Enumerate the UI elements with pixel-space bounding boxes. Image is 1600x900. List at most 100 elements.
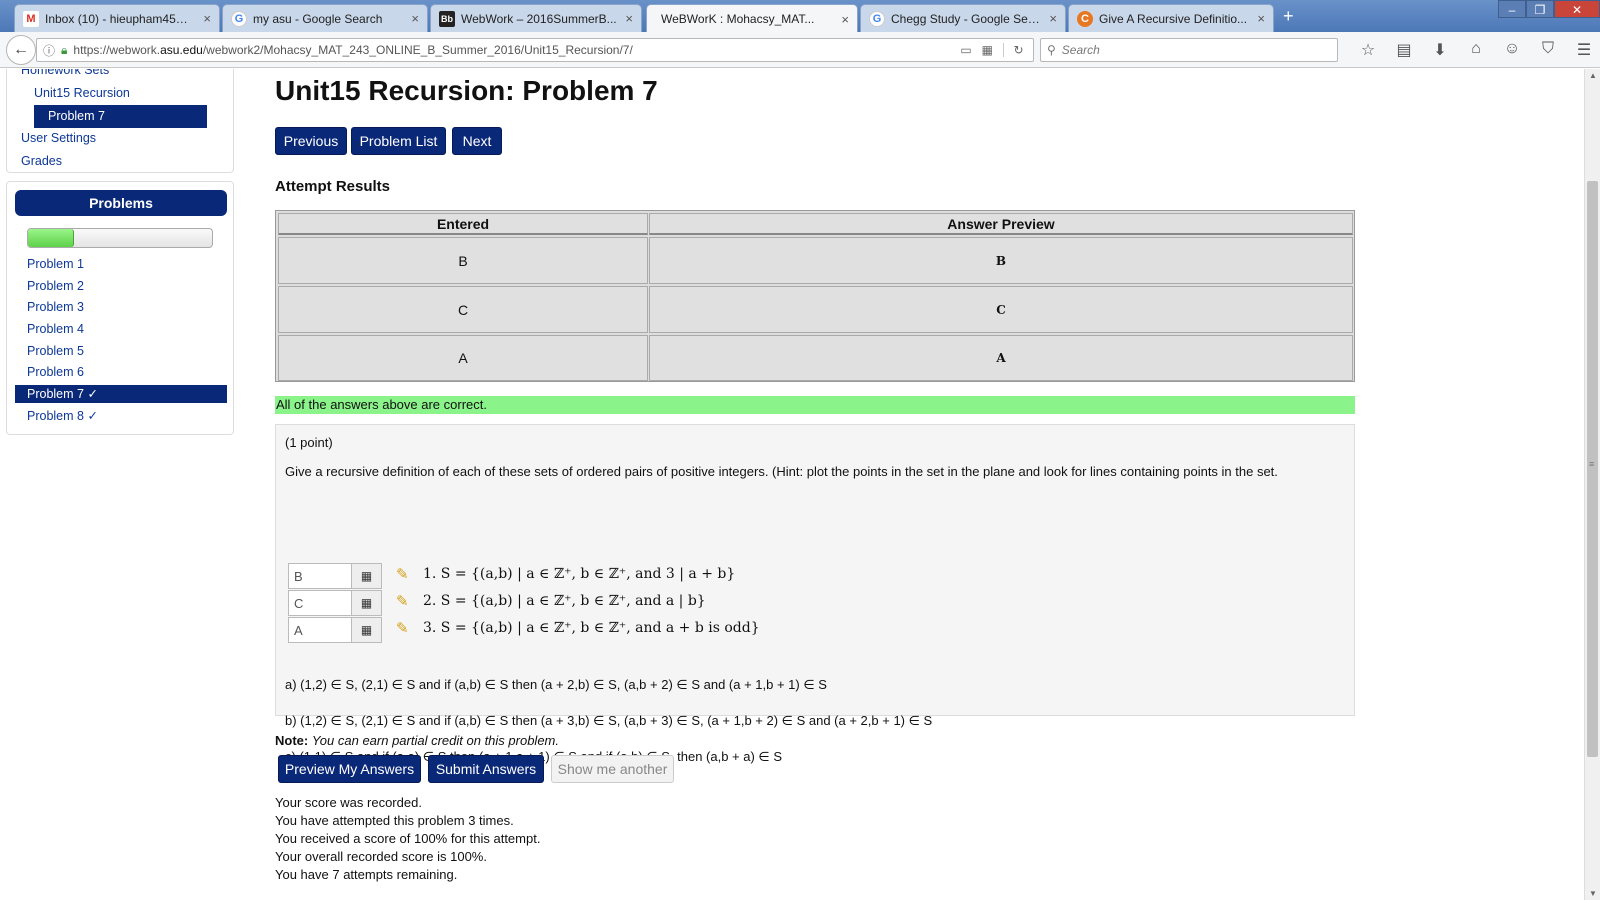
header-answer-preview: Answer Preview: [649, 213, 1353, 235]
problem-link-4[interactable]: Problem 4: [27, 322, 84, 336]
reload-icon[interactable]: ↻: [1003, 43, 1033, 57]
pencil-icon: ✎: [396, 566, 409, 583]
sidebar-set-link[interactable]: Unit15 Recursion: [34, 86, 130, 100]
previous-button[interactable]: Previous: [275, 127, 347, 155]
search-input[interactable]: ⚲ Search: [1040, 38, 1338, 62]
tab-gmail[interactable]: M Inbox (10) - hieupham45@... ×: [14, 4, 220, 32]
sidebar-user-settings[interactable]: User Settings: [21, 131, 96, 145]
close-icon[interactable]: ×: [1049, 11, 1057, 26]
preview-cell-3: A: [649, 335, 1353, 381]
close-icon[interactable]: ×: [625, 11, 633, 26]
window-close-icon[interactable]: ✕: [1554, 0, 1600, 18]
answer-input-3[interactable]: [288, 617, 352, 643]
gmail-icon: M: [23, 10, 39, 27]
address-bar[interactable]: ⓘ 🔒︎ https://webwork.asu.edu/webwork2/Mo…: [36, 38, 1034, 62]
math-set-1: 1. S = {(a,b) | a ∈ ℤ⁺, b ∈ ℤ⁺, and 3 | …: [423, 566, 736, 582]
close-icon[interactable]: ×: [1257, 11, 1265, 26]
menu-icon[interactable]: ☰: [1566, 40, 1600, 60]
note-label: Note:: [275, 733, 309, 748]
close-icon[interactable]: ×: [203, 11, 211, 26]
math-set-2: 2. S = {(a,b) | a ∈ ℤ⁺, b ∈ ℤ⁺, and a | …: [423, 593, 706, 609]
problem-link-7[interactable]: Problem 7 ✓: [15, 385, 227, 403]
tab-title: Inbox (10) - hieupham45@...: [45, 11, 198, 26]
progress-bar: [27, 228, 213, 248]
score-line-5: You have 7 attempts remaining.: [275, 867, 458, 882]
partial-credit-note: Note: You can earn partial credit on thi…: [275, 733, 559, 748]
problems-header: Problems: [15, 190, 227, 216]
tab-title: WebWork – 2016SummerB...: [461, 11, 617, 26]
tab-title: WeBWorK : Mohacsy_MAT...: [661, 12, 815, 26]
attempt-results-table: Entered Answer Preview B B C C A A: [275, 210, 1355, 382]
reader-view-icon[interactable]: ▭: [960, 43, 971, 57]
tab-chegg[interactable]: C Give A Recursive Definitio... ×: [1068, 4, 1274, 32]
choice-a: a) (1,2) ∈ S, (2,1) ∈ S and if (a,b) ∈ S…: [285, 677, 827, 692]
tab-title: my asu - Google Search: [253, 11, 383, 26]
next-button[interactable]: Next: [452, 127, 502, 155]
correct-message: All of the answers above are correct.: [275, 396, 1355, 414]
maximize-icon[interactable]: ❐: [1526, 0, 1554, 18]
choice-b: b) (1,2) ∈ S, (2,1) ∈ S and if (a,b) ∈ S…: [285, 713, 933, 728]
close-icon[interactable]: ×: [841, 12, 849, 27]
search-placeholder: Search: [1061, 43, 1100, 57]
problems-panel: Problems Problem 1 Problem 2 Problem 3 P…: [6, 181, 234, 435]
tab-title: Chegg Study - Google Sear...: [891, 11, 1044, 26]
tab-webwork-active[interactable]: WeBWorK : Mohacsy_MAT... ×: [646, 4, 858, 33]
answer-input-2[interactable]: [288, 590, 352, 616]
entered-cell-3: A: [278, 335, 648, 381]
show-another-button: Show me another: [551, 755, 674, 783]
math-set-3: 3. S = {(a,b) | a ∈ ℤ⁺, b ∈ ℤ⁺, and a + …: [423, 620, 760, 636]
navigation-toolbar: ← ⓘ 🔒︎ https://webwork.asu.edu/webwork2/…: [0, 32, 1600, 68]
problem-link-5[interactable]: Problem 5: [27, 344, 84, 358]
equation-editor-icon[interactable]: ▦: [352, 563, 382, 589]
problem-link-8[interactable]: Problem 8 ✓: [27, 408, 98, 423]
tab-blackboard[interactable]: Bb WebWork – 2016SummerB... ×: [430, 4, 642, 32]
problem-link-2[interactable]: Problem 2: [27, 279, 84, 293]
sidebar-grades[interactable]: Grades: [21, 154, 62, 168]
pencil-icon: ✎: [396, 620, 409, 637]
tab-chegg-search[interactable]: G Chegg Study - Google Sear... ×: [860, 4, 1066, 32]
url-text[interactable]: https://webwork.asu.edu/webwork2/Mohacsy…: [73, 43, 960, 57]
submit-answers-button[interactable]: Submit Answers: [428, 755, 544, 783]
problem-list-button[interactable]: Problem List: [351, 127, 446, 155]
question-text: Give a recursive definition of each of t…: [285, 464, 1278, 479]
page-scrollbar[interactable]: ▲ ≡ ▼: [1584, 69, 1600, 900]
download-icon[interactable]: ⬇: [1422, 40, 1458, 60]
scroll-grip-icon: ≡: [1589, 459, 1595, 469]
problem-link-3[interactable]: Problem 3: [27, 300, 84, 314]
equation-editor-icon[interactable]: ▦: [352, 590, 382, 616]
pocket-icon[interactable]: ⛉: [1530, 40, 1566, 60]
sidebar-current-problem[interactable]: Problem 7: [34, 105, 207, 128]
close-icon[interactable]: ×: [411, 11, 419, 26]
scroll-thumb[interactable]: [1587, 181, 1598, 757]
note-text: You can earn partial credit on this prob…: [311, 733, 559, 748]
preview-answers-button[interactable]: Preview My Answers: [278, 755, 421, 783]
bookmark-star-icon[interactable]: ☆: [1350, 40, 1386, 60]
new-tab-icon[interactable]: +: [1283, 6, 1294, 27]
tab-google-search[interactable]: G my asu - Google Search ×: [222, 4, 428, 32]
page-content: Homework Sets Unit15 Recursion Problem 7…: [0, 69, 1584, 900]
lock-icon: 🔒︎: [61, 42, 68, 57]
score-line-4: Your overall recorded score is 100%.: [275, 849, 487, 864]
preview-cell-1: B: [649, 237, 1353, 284]
tab-bar: M Inbox (10) - hieupham45@... × G my asu…: [0, 0, 1600, 33]
problem-link-1[interactable]: Problem 1: [27, 257, 84, 271]
entered-cell-2: C: [278, 286, 648, 333]
back-icon[interactable]: ←: [6, 35, 36, 65]
toolbar-icons: ☆ ▤ ⬇ ⌂ ☺ ⛉ ☰: [1350, 40, 1600, 60]
problem-link-6[interactable]: Problem 6: [27, 365, 84, 379]
google-icon: G: [231, 10, 247, 27]
home-icon[interactable]: ⌂: [1458, 40, 1494, 60]
scroll-up-icon[interactable]: ▲: [1585, 71, 1600, 80]
chat-icon[interactable]: ☺: [1494, 40, 1530, 60]
header-entered: Entered: [278, 213, 648, 235]
scroll-down-icon[interactable]: ▼: [1585, 889, 1600, 898]
extension-icon[interactable]: ▦: [982, 43, 993, 57]
attempt-results-heading: Attempt Results: [275, 178, 391, 195]
answer-input-1[interactable]: [288, 563, 352, 589]
blackboard-icon: Bb: [439, 10, 455, 27]
reading-list-icon[interactable]: ▤: [1386, 40, 1422, 60]
info-icon[interactable]: ⓘ: [43, 42, 55, 59]
equation-editor-icon[interactable]: ▦: [352, 617, 382, 643]
minimize-icon[interactable]: –: [1498, 0, 1526, 18]
sidebar-homework-sets[interactable]: Homework Sets: [21, 69, 109, 77]
